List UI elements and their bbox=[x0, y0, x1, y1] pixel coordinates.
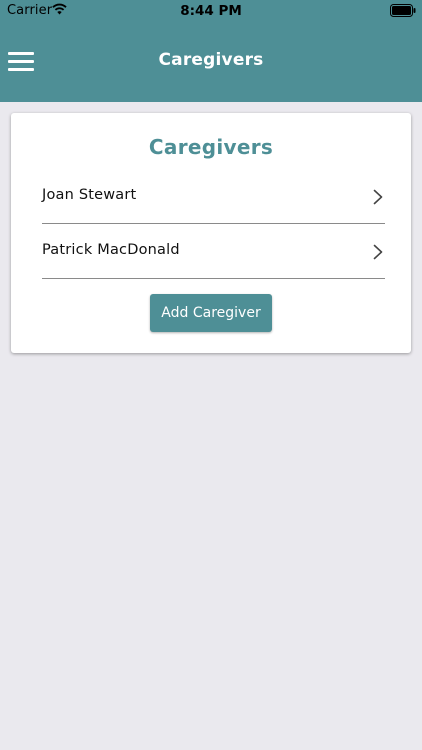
caregivers-card: Caregivers Joan Stewart Patrick MacDonal… bbox=[11, 113, 411, 353]
caregiver-name: Patrick MacDonald bbox=[42, 242, 180, 258]
caregiver-list-item[interactable]: Patrick MacDonald bbox=[42, 224, 385, 279]
caregiver-name: Joan Stewart bbox=[42, 187, 137, 203]
add-caregiver-button[interactable]: Add Caregiver bbox=[150, 294, 272, 332]
page-title: Caregivers bbox=[158, 50, 264, 70]
app-header: Carrier 8:44 PM Caregivers bbox=[0, 0, 422, 102]
caregiver-list-item[interactable]: Joan Stewart bbox=[42, 169, 385, 224]
card-title: Caregivers bbox=[148, 135, 274, 159]
battery-icon bbox=[390, 4, 416, 17]
status-time: 8:44 PM bbox=[180, 3, 242, 19]
chevron-right-icon bbox=[373, 244, 383, 260]
status-bar: Carrier 8:44 PM bbox=[0, 0, 422, 22]
chevron-right-icon bbox=[373, 189, 383, 205]
